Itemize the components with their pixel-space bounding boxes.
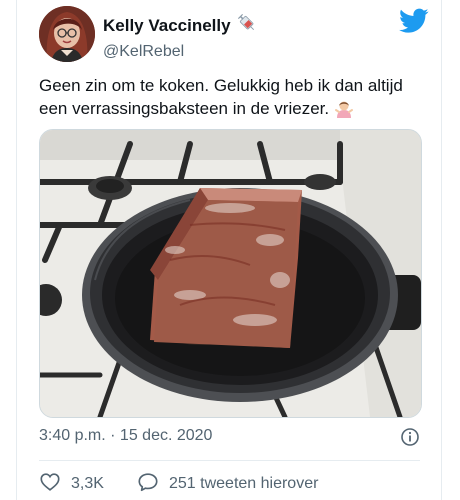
like-button[interactable]: 3,3K [39, 470, 104, 498]
like-count: 3,3K [71, 475, 104, 492]
author-display-name[interactable]: Kelly Vaccinelly [103, 16, 231, 36]
divider [39, 460, 420, 461]
heart-icon [39, 471, 61, 498]
twitter-bird-icon[interactable] [399, 8, 429, 34]
timestamp-row: 3:40 p.m. · 15 dec. 2020 [39, 427, 420, 451]
tweet-timestamp[interactable]: 3:40 p.m. · 15 dec. 2020 [39, 427, 212, 444]
avatar-image [39, 6, 95, 62]
tweet-text-block: Geen zin om te koken. Gelukkig heb ik da… [39, 74, 434, 124]
author-names: Kelly Vaccinelly @KelRebel [103, 13, 257, 61]
tweet-card: Kelly Vaccinelly @KelRebel Geen zin om t… [16, 0, 442, 500]
woman-shrugging-icon [334, 98, 354, 124]
info-icon[interactable] [400, 427, 420, 447]
tweet-actions: 3,3K 251 tweeten hierover [39, 470, 420, 498]
reply-discussion-button[interactable]: 251 tweeten hierover [137, 470, 318, 498]
avatar[interactable] [39, 6, 95, 62]
speech-bubble-icon [137, 471, 159, 498]
tweet-header: Kelly Vaccinelly @KelRebel [39, 6, 429, 64]
tweet-media-photo[interactable] [39, 129, 422, 418]
syringe-icon [237, 13, 257, 38]
author-handle[interactable]: @KelRebel [103, 43, 257, 61]
author-display-name-row[interactable]: Kelly Vaccinelly [103, 13, 257, 38]
replies-label: 251 tweeten hierover [169, 475, 319, 492]
frozen-block-in-frying-pan-photo [40, 130, 421, 417]
